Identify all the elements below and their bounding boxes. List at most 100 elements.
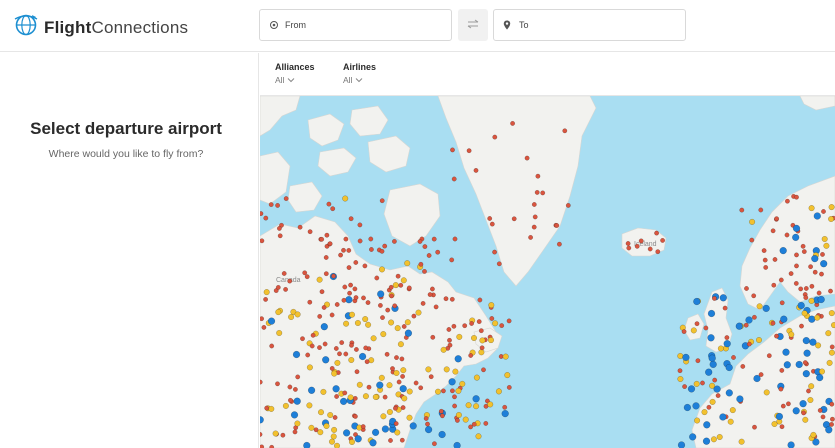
airport-marker[interactable] xyxy=(692,402,700,410)
airport-marker[interactable] xyxy=(327,411,334,419)
airport-marker[interactable] xyxy=(358,352,367,361)
airport-marker[interactable] xyxy=(788,271,794,277)
airport-marker[interactable] xyxy=(808,383,815,390)
airport-marker[interactable] xyxy=(681,329,687,335)
airport-marker[interactable] xyxy=(380,315,385,321)
airport-marker[interactable] xyxy=(626,245,632,251)
airport-marker[interactable] xyxy=(320,388,327,395)
airport-marker[interactable] xyxy=(352,286,358,292)
airport-marker[interactable] xyxy=(368,247,374,252)
airport-marker[interactable] xyxy=(565,202,571,208)
airport-marker[interactable] xyxy=(693,297,701,306)
airport-marker[interactable] xyxy=(319,289,325,295)
airport-marker[interactable] xyxy=(531,202,537,207)
airport-marker[interactable] xyxy=(362,316,369,323)
airport-marker[interactable] xyxy=(487,337,495,344)
airport-marker[interactable] xyxy=(329,365,335,371)
airport-marker[interactable] xyxy=(819,271,824,277)
airport-marker[interactable] xyxy=(828,288,833,294)
airport-marker[interactable] xyxy=(425,366,432,373)
airport-marker[interactable] xyxy=(304,274,310,280)
airport-marker[interactable] xyxy=(803,286,809,291)
airport-marker[interactable] xyxy=(433,304,439,310)
from-input[interactable]: From xyxy=(259,9,452,41)
airport-marker[interactable] xyxy=(739,207,745,213)
airport-marker[interactable] xyxy=(440,346,447,353)
airport-marker[interactable] xyxy=(365,300,371,306)
airport-marker[interactable] xyxy=(420,300,426,306)
airport-marker[interactable] xyxy=(780,403,786,409)
airport-marker[interactable] xyxy=(331,370,338,377)
airport-marker[interactable] xyxy=(709,398,716,405)
airport-marker[interactable] xyxy=(309,343,315,349)
airport-marker[interactable] xyxy=(382,243,388,249)
airport-marker[interactable] xyxy=(368,236,374,242)
airport-marker[interactable] xyxy=(390,366,395,372)
airport-marker[interactable] xyxy=(334,359,341,366)
airport-marker[interactable] xyxy=(443,296,449,302)
airport-marker[interactable] xyxy=(392,303,398,309)
airport-marker[interactable] xyxy=(808,297,815,304)
airport-marker[interactable] xyxy=(348,282,354,288)
airport-marker[interactable] xyxy=(323,422,330,430)
airport-marker[interactable] xyxy=(821,209,826,214)
airport-marker[interactable] xyxy=(802,360,808,366)
airport-marker[interactable] xyxy=(677,368,683,374)
airport-marker[interactable] xyxy=(353,260,359,265)
airport-marker[interactable] xyxy=(347,394,354,401)
airport-marker[interactable] xyxy=(362,393,369,400)
airport-marker[interactable] xyxy=(808,264,814,270)
airport-marker[interactable] xyxy=(454,355,462,363)
airport-marker[interactable] xyxy=(294,311,301,318)
airport-marker[interactable] xyxy=(749,218,756,225)
airport-marker[interactable] xyxy=(400,277,407,284)
airport-marker[interactable] xyxy=(422,268,427,274)
airport-marker[interactable] xyxy=(700,380,705,386)
airport-marker[interactable] xyxy=(821,235,828,243)
airport-marker[interactable] xyxy=(830,322,835,329)
airport-marker[interactable] xyxy=(371,428,380,437)
airport-marker[interactable] xyxy=(793,280,799,286)
airport-marker[interactable] xyxy=(814,314,821,321)
airport-marker[interactable] xyxy=(450,147,455,153)
airport-marker[interactable] xyxy=(820,251,825,257)
airport-marker[interactable] xyxy=(388,438,393,443)
airport-marker[interactable] xyxy=(647,246,653,252)
airport-marker[interactable] xyxy=(708,354,716,362)
airport-marker[interactable] xyxy=(540,190,546,196)
airport-marker[interactable] xyxy=(449,296,455,302)
airport-marker[interactable] xyxy=(263,289,270,296)
airport-marker[interactable] xyxy=(275,202,281,208)
airport-marker[interactable] xyxy=(452,368,459,375)
airport-marker[interactable] xyxy=(323,271,329,277)
airport-marker[interactable] xyxy=(319,236,325,242)
airport-marker[interactable] xyxy=(300,336,305,342)
airport-marker[interactable] xyxy=(357,238,363,244)
airport-marker[interactable] xyxy=(446,327,452,332)
airport-marker[interactable] xyxy=(339,397,348,406)
airport-marker[interactable] xyxy=(452,394,457,400)
airport-marker[interactable] xyxy=(803,349,811,357)
airport-marker[interactable] xyxy=(829,401,835,407)
airport-marker[interactable] xyxy=(472,395,480,403)
airport-marker[interactable] xyxy=(809,338,817,346)
airport-marker[interactable] xyxy=(292,350,301,359)
airport-marker[interactable] xyxy=(317,345,322,351)
airport-marker[interactable] xyxy=(305,352,311,358)
airport-marker[interactable] xyxy=(339,340,345,346)
airport-marker[interactable] xyxy=(489,221,495,227)
airport-marker[interactable] xyxy=(634,243,640,249)
airport-marker[interactable] xyxy=(779,300,785,306)
airport-marker[interactable] xyxy=(334,394,340,399)
airport-marker[interactable] xyxy=(260,379,263,385)
airport-marker[interactable] xyxy=(801,310,808,317)
to-input[interactable]: To xyxy=(493,9,686,41)
airport-marker[interactable] xyxy=(388,284,394,290)
airport-marker[interactable] xyxy=(826,359,833,366)
airport-marker[interactable] xyxy=(470,334,478,342)
airport-marker[interactable] xyxy=(716,433,723,441)
airport-marker[interactable] xyxy=(713,385,721,393)
airport-marker[interactable] xyxy=(755,336,763,344)
airport-marker[interactable] xyxy=(370,335,377,342)
airport-marker[interactable] xyxy=(829,421,835,427)
